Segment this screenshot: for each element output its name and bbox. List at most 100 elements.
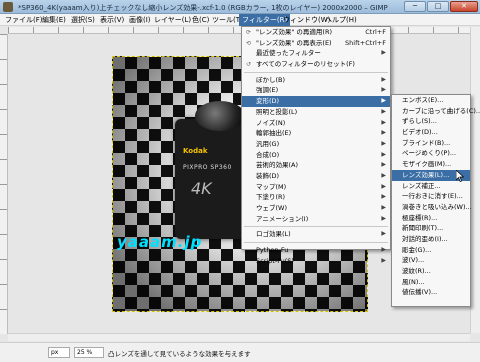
- horizontal-scrollbar[interactable]: [8, 333, 470, 341]
- menu-item-label: ずらし(S)...: [402, 117, 437, 126]
- submenu-item-lens-correction[interactable]: レンズ補正...: [392, 181, 470, 192]
- zoom-select[interactable]: 25 %: [74, 347, 104, 358]
- submenu-item-engrave[interactable]: 彫金(G)...: [392, 245, 470, 256]
- menu-item-artistic[interactable]: 芸術的効果(A) ▶: [242, 160, 390, 171]
- submenu-item-blinds[interactable]: ブラインド(B)...: [392, 138, 470, 149]
- submenu-item-whirl-pinch[interactable]: 渦巻きと吸い込み(W)...: [392, 202, 472, 213]
- menu-item-label: 装飾(D): [256, 171, 280, 180]
- submenu-item-deinterlace[interactable]: 一行おきに消す(E)...: [392, 191, 470, 202]
- menu-item-render[interactable]: 下塗り(R) ▶: [242, 192, 390, 203]
- menu-item-blur[interactable]: ぼかし(B) ▶: [242, 75, 390, 86]
- menu-item-reshow[interactable]: ⟲ "レンズ効果" の再表示(E) Shift+Ctrl+F: [242, 38, 390, 49]
- menu-item-noise[interactable]: ノイズ(N) ▶: [242, 118, 390, 129]
- menu-item-label: 渦巻きと吸い込み(W)...: [402, 202, 472, 211]
- submenu-item-iwarp[interactable]: 対話的歪め(I)...: [392, 234, 470, 245]
- camera-lens: [195, 101, 245, 131]
- submenu-arrow-icon: ▶: [381, 246, 386, 254]
- menu-item-label: ノイズ(N): [256, 118, 286, 127]
- menu-item-combine[interactable]: 合成(O) ▶: [242, 150, 390, 161]
- menu-item-distorts[interactable]: 変形(D) ▶: [242, 96, 390, 107]
- shortcut-label: Shift+Ctrl+F: [345, 38, 386, 47]
- menu-item-label: 強調(E): [256, 86, 279, 95]
- minimize-button[interactable]: ─: [404, 1, 426, 12]
- menu-item-reset-all[interactable]: ↺ すべてのフィルターのリセット(F): [242, 59, 390, 70]
- menu-item-animation[interactable]: アニメーション(I) ▶: [242, 214, 390, 225]
- submenu-arrow-icon: ▶: [381, 129, 386, 137]
- menu-item-label: 新聞印刷(T)...: [402, 224, 444, 233]
- title-bar: *SP360_4K(yaaam入り)上チェックなし縮小レンズ効果-.xcf-1.…: [0, 0, 480, 14]
- submenu-item-newsprint[interactable]: 新聞印刷(T)...: [392, 223, 470, 234]
- menu-item-label: ロゴ効果(L): [256, 230, 291, 239]
- submenu-item-ripple[interactable]: 波紋(R)...: [392, 266, 470, 277]
- menu-item-decor[interactable]: 装飾(D) ▶: [242, 171, 390, 182]
- reapply-icon: ⟳: [245, 29, 252, 36]
- vertical-ruler[interactable]: [0, 34, 8, 334]
- menu-item-script-fu[interactable]: Script-Fu(S) ▶: [242, 256, 390, 267]
- menu-item-label: 下塗り(R): [256, 193, 286, 202]
- menu-item-label: ブラインド(B)...: [402, 138, 451, 147]
- menu-item-label: 対話的歪め(I)...: [402, 234, 448, 243]
- menu-item-recent-filters[interactable]: 最近使ったフィルター ▶: [242, 48, 390, 59]
- window-title: *SP360_4K(yaaam入り)上チェックなし縮小レンズ効果-.xcf-1.…: [18, 4, 388, 12]
- submenu-item-waves[interactable]: 波(V)...: [392, 255, 470, 266]
- shortcut-label: Ctrl+F: [365, 28, 386, 36]
- menu-image[interactable]: 画像(I): [126, 14, 154, 26]
- submenu-item-emboss[interactable]: エンボス(E)...: [392, 95, 470, 106]
- gimp-app-icon: [3, 2, 13, 12]
- submenu-arrow-icon: ▶: [381, 230, 386, 238]
- resolution-badge: 4K: [191, 179, 212, 198]
- horizontal-ruler[interactable]: [8, 27, 470, 34]
- menu-item-web[interactable]: ウェブ(W) ▶: [242, 203, 390, 214]
- menu-item-label: 汎用(G): [256, 139, 280, 148]
- menu-item-map[interactable]: マップ(M) ▶: [242, 182, 390, 193]
- menu-item-label: 変形(D): [256, 97, 280, 106]
- submenu-item-page-curl[interactable]: ページめくり(P)...: [392, 148, 470, 159]
- menu-item-light-shadow[interactable]: 照明と投影(L) ▶: [242, 107, 390, 118]
- menu-item-enhance[interactable]: 強調(E) ▶: [242, 85, 390, 96]
- menu-item-reapply[interactable]: ⟳ "レンズ効果" の再適用(R) Ctrl+F: [242, 27, 390, 38]
- reset-icon: ↺: [245, 61, 252, 69]
- unit-select[interactable]: px: [48, 347, 70, 358]
- menu-item-label: アニメーション(I): [256, 214, 309, 223]
- menu-item-generic[interactable]: 汎用(G) ▶: [242, 139, 390, 150]
- menu-edit[interactable]: 編集(E): [39, 14, 69, 26]
- menu-item-edge-detect[interactable]: 輪郭抽出(E) ▶: [242, 128, 390, 139]
- status-bar: px 25 % 凸レンズを通して見ているような効果を与えます: [0, 342, 480, 362]
- submenu-item-polar-coords[interactable]: 極座標(R)...: [392, 213, 470, 224]
- submenu-item-shift[interactable]: ずらし(S)...: [392, 116, 470, 127]
- close-button[interactable]: ✕: [450, 1, 478, 12]
- menu-item-label: ウェブ(W): [256, 204, 287, 212]
- submenu-arrow-icon: ▶: [381, 150, 386, 158]
- submenu-item-video[interactable]: ビデオ(D)...: [392, 127, 470, 138]
- menu-item-label: "レンズ効果" の再適用(R): [256, 28, 333, 36]
- submenu-arrow-icon: ▶: [381, 75, 386, 83]
- menu-item-label: 極座標(R)...: [402, 213, 438, 222]
- menu-item-alpha-to-logo[interactable]: ロゴ効果(L) ▶: [242, 229, 390, 240]
- menu-separator: [244, 71, 388, 73]
- menu-item-label: Python-Fu: [256, 246, 289, 255]
- menu-item-label: 輪郭抽出(E): [256, 129, 292, 138]
- submenu-arrow-icon: ▶: [381, 118, 386, 126]
- maximize-button[interactable]: □: [427, 1, 449, 12]
- menu-item-label: ページめくり(P)...: [402, 149, 457, 158]
- submenu-arrow-icon: ▶: [381, 204, 386, 211]
- menu-item-python-fu[interactable]: Python-Fu ▶: [242, 245, 390, 256]
- submenu-arrow-icon: ▶: [381, 214, 386, 222]
- vertical-scrollbar[interactable]: [470, 27, 480, 333]
- menu-help[interactable]: ヘルプ(H): [322, 14, 360, 26]
- submenu-item-curve-bend[interactable]: カーブに沿って曲げる(C)...: [392, 106, 480, 117]
- menu-item-label: 一行おきに消す(E)...: [402, 192, 463, 201]
- model-label: PIXPRO SP360: [183, 164, 232, 171]
- watermark-text: yaaam.jp: [117, 233, 203, 251]
- submenu-item-mosaic[interactable]: モザイク画(M)...: [392, 159, 470, 170]
- mouse-pointer-icon: [456, 170, 464, 182]
- menu-item-label: カーブに沿って曲げる(C)...: [402, 106, 480, 115]
- menu-item-label: 芸術的効果(A): [256, 161, 299, 170]
- menu-select[interactable]: 選択(S): [68, 14, 98, 26]
- submenu-arrow-icon: ▶: [381, 49, 386, 57]
- menu-item-label: 照明と投影(L): [256, 107, 298, 116]
- menu-layer[interactable]: レイヤー(L): [151, 14, 194, 26]
- submenu-item-wind[interactable]: 風(N)...: [392, 277, 470, 288]
- menu-view[interactable]: 表示(V): [97, 14, 127, 26]
- submenu-item-value-propagate[interactable]: 値伝播(V)...: [392, 287, 470, 298]
